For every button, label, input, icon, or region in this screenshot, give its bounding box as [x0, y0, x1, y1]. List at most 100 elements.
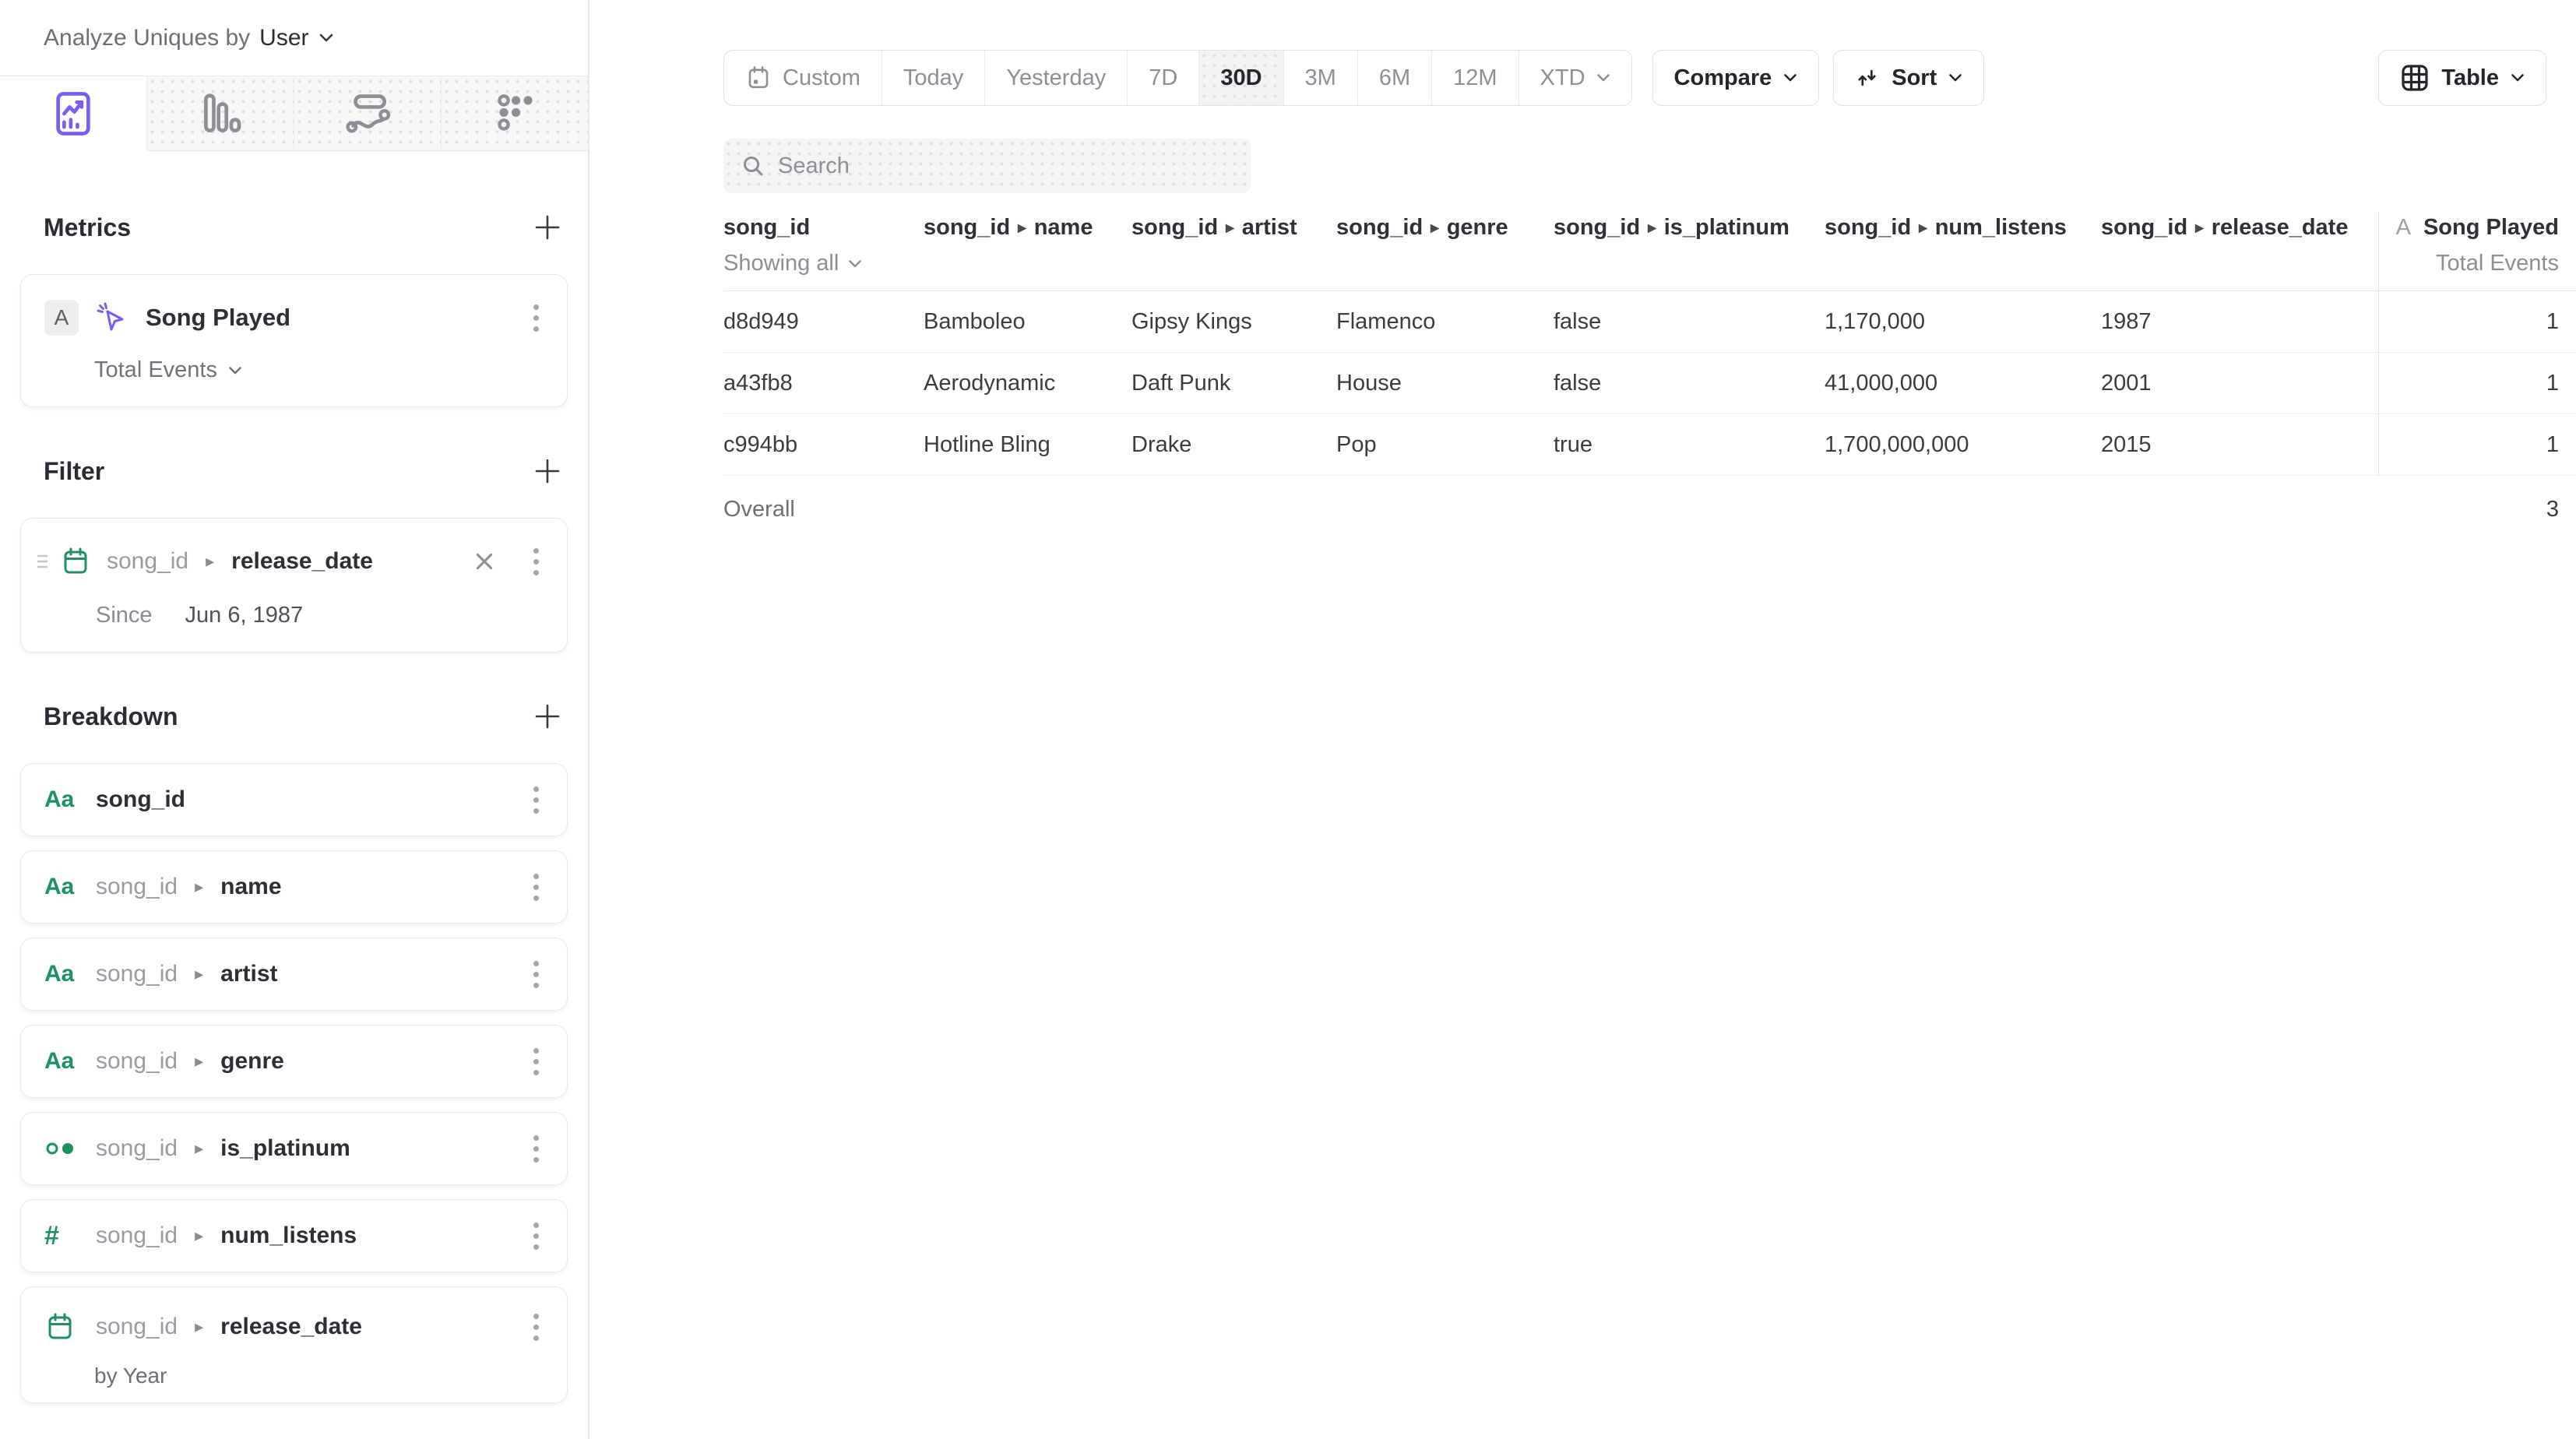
chevron-down-icon — [228, 366, 242, 375]
range-today[interactable]: Today — [882, 51, 984, 105]
tab-insights-line-chart[interactable] — [0, 76, 146, 151]
range-30d[interactable]: 30D — [1198, 51, 1283, 105]
breakdown-item[interactable]: Aa song_id ▸ name — [20, 850, 568, 924]
sort-label: Sort — [1892, 65, 1937, 91]
range-12m[interactable]: 12M — [1431, 51, 1518, 105]
cell-genre: Pop — [1336, 414, 1554, 475]
range-label: 30D — [1220, 65, 1262, 91]
view-type-button[interactable]: Table — [2378, 50, 2546, 106]
line-chart-icon — [49, 90, 97, 138]
table-row[interactable]: d8d949 Bamboleo Gipsy Kings Flamenco fal… — [723, 291, 2576, 353]
column-header[interactable]: song_id Showing all — [723, 212, 924, 290]
metric-aggregation-dropdown[interactable]: Total Events — [94, 357, 567, 383]
add-breakdown-button[interactable] — [532, 701, 563, 732]
overall-row: Overall 3 — [723, 476, 2576, 543]
boolean-type-icon — [44, 1138, 80, 1159]
metric-aggregation-subheader: Total Events — [2436, 251, 2559, 276]
add-metric-button[interactable] — [532, 212, 563, 243]
cell-metric-value: 1 — [2378, 291, 2576, 352]
range-7d[interactable]: 7D — [1127, 51, 1198, 105]
plus-icon — [534, 214, 561, 241]
cell-artist: Gipsy Kings — [1131, 291, 1336, 352]
breakdown-child-property: name — [220, 874, 281, 900]
cell-is-platinum: true — [1554, 414, 1825, 475]
range-6m[interactable]: 6M — [1357, 51, 1431, 105]
date-property-icon — [60, 546, 91, 577]
cell-artist: Daft Punk — [1131, 353, 1336, 413]
column-header[interactable]: song_id▸num_listens — [1825, 212, 2101, 290]
tab-retention-grid[interactable] — [441, 76, 588, 151]
chevron-down-icon — [318, 33, 334, 43]
column-header[interactable]: song_id▸genre — [1336, 212, 1554, 290]
text-type-icon: Aa — [44, 961, 80, 987]
showing-all-dropdown[interactable]: Showing all — [723, 251, 924, 276]
compare-button[interactable]: Compare — [1652, 50, 1820, 106]
property-arrow: ▸ — [193, 1226, 205, 1246]
kebab-menu-icon[interactable] — [529, 953, 544, 995]
kebab-menu-icon[interactable] — [529, 1040, 544, 1082]
breakdown-item[interactable]: Aa song_id — [20, 763, 568, 836]
breakdown-item[interactable]: Aa song_id ▸ artist — [20, 938, 568, 1011]
showing-all-label: Showing all — [723, 251, 839, 276]
column-header[interactable]: song_id▸is_platinum — [1554, 212, 1825, 290]
chevron-down-icon — [848, 259, 862, 269]
metric-column-header[interactable]: ASong Played Total Events — [2378, 212, 2576, 290]
filter-operator-dropdown[interactable]: Since — [96, 603, 153, 628]
column-header[interactable]: song_id▸release_date — [2101, 212, 2378, 290]
breakdown-bucket-label[interactable]: by Year — [94, 1363, 544, 1388]
cell-metric-value: 1 — [2378, 414, 2576, 475]
analyze-entity-value: User — [259, 25, 308, 51]
range-custom[interactable]: Custom — [724, 51, 882, 105]
property-arrow: ▸ — [193, 964, 205, 984]
range-label: 3M — [1305, 65, 1336, 91]
breakdown-item[interactable]: # song_id ▸ num_listens — [20, 1199, 568, 1272]
breakdown-parent-property: song_id — [96, 874, 178, 900]
range-label: XTD — [1540, 65, 1585, 91]
kebab-menu-icon[interactable] — [529, 866, 544, 908]
table-row[interactable]: c994bb Hotline Bling Drake Pop true 1,70… — [723, 414, 2576, 476]
event-icon — [94, 300, 130, 336]
column-header[interactable]: song_id▸artist — [1131, 212, 1336, 290]
calendar-icon — [745, 65, 772, 91]
breakdown-item[interactable]: song_id ▸ release_date by Year — [20, 1286, 568, 1403]
kebab-menu-icon[interactable] — [529, 779, 544, 821]
breakdown-item[interactable]: song_id ▸ is_platinum — [20, 1112, 568, 1185]
table-row[interactable]: a43fb8 Aerodynamic Daft Punk House false… — [723, 353, 2576, 414]
column-header[interactable]: song_id▸name — [924, 212, 1131, 290]
filter-parent-property: song_id — [107, 548, 188, 575]
add-filter-button[interactable] — [532, 456, 563, 487]
kebab-menu-icon[interactable] — [529, 297, 544, 339]
cell-song-id: c994bb — [723, 414, 924, 475]
search-icon — [741, 153, 765, 178]
remove-filter-icon[interactable] — [471, 548, 498, 575]
cell-name: Bamboleo — [924, 291, 1131, 352]
tab-flows[interactable] — [294, 76, 441, 151]
range-xtd[interactable]: XTD — [1519, 51, 1631, 105]
breakdown-child-property: num_listens — [220, 1223, 357, 1249]
filter-value[interactable]: Jun 6, 1987 — [185, 603, 304, 628]
tab-bar-chart[interactable] — [146, 76, 294, 151]
number-type-icon: # — [44, 1221, 80, 1251]
metric-card[interactable]: A Song Played Total Events — [20, 274, 568, 407]
search-box[interactable] — [723, 139, 1251, 193]
range-label: Yesterday — [1006, 65, 1106, 91]
drag-handle-icon[interactable] — [37, 552, 49, 571]
cell-song-id: d8d949 — [723, 291, 924, 352]
filter-card[interactable]: song_id ▸ release_date Since Jun 6, 1987 — [20, 518, 568, 653]
insights-report: Analyze Uniques by User — [0, 0, 2576, 1439]
breakdown-item[interactable]: Aa song_id ▸ genre — [20, 1025, 568, 1098]
sort-button[interactable]: Sort — [1833, 50, 1984, 106]
retention-grid-icon — [491, 90, 539, 138]
range-3m[interactable]: 3M — [1283, 51, 1357, 105]
kebab-menu-icon[interactable] — [529, 1306, 544, 1348]
analyze-entity-dropdown[interactable]: User — [259, 25, 333, 51]
metric-letter-badge: A — [44, 300, 79, 336]
kebab-menu-icon[interactable] — [529, 1128, 544, 1170]
chevron-down-icon — [2511, 73, 2525, 83]
kebab-menu-icon[interactable] — [529, 1215, 544, 1257]
kebab-menu-icon[interactable] — [529, 540, 544, 582]
search-input[interactable] — [778, 153, 1233, 179]
range-yesterday[interactable]: Yesterday — [984, 51, 1127, 105]
cell-release-date: 2001 — [2101, 353, 2378, 413]
range-label: 6M — [1379, 65, 1410, 91]
